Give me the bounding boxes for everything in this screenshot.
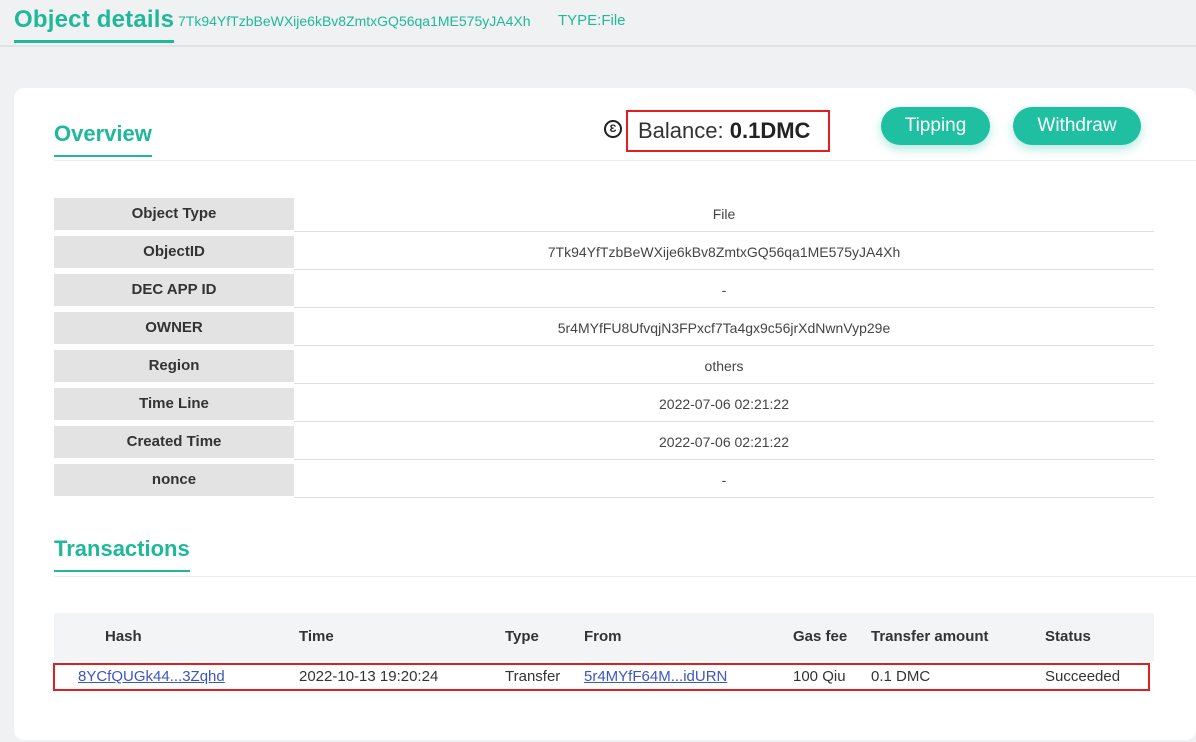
detail-value: others bbox=[704, 358, 744, 374]
transactions-table: Hash Time Type From Gas fee Transfer amo… bbox=[54, 613, 1154, 697]
column-header-gas-fee: Gas fee bbox=[793, 628, 848, 645]
detail-value: File bbox=[712, 206, 736, 222]
column-header-time: Time bbox=[299, 628, 334, 645]
detail-row-time-line: Time Line 2022-07-06 02:21:22 bbox=[54, 388, 1154, 426]
balance-label: Balance: bbox=[638, 118, 724, 143]
column-header-status: Status bbox=[1045, 628, 1091, 645]
row-divider bbox=[294, 383, 1154, 384]
row-divider bbox=[294, 421, 1154, 422]
header-bar: Object details 7Tk94YfTzbBeWXije6kBv8Zmt… bbox=[0, 0, 1196, 48]
row-divider bbox=[294, 345, 1154, 346]
detail-label: nonce bbox=[54, 464, 294, 496]
detail-row-object-id: ObjectID 7Tk94YfTzbBeWXije6kBv8ZmtxGQ56q… bbox=[54, 236, 1154, 274]
detail-value: 2022-07-06 02:21:22 bbox=[659, 434, 789, 450]
detail-label: ObjectID bbox=[54, 236, 294, 268]
transaction-type: Transfer bbox=[505, 668, 561, 685]
transactions-divider bbox=[54, 576, 1196, 577]
overview-title: Overview bbox=[54, 121, 152, 157]
column-header-transfer-amount: Transfer amount bbox=[871, 628, 989, 645]
detail-row-owner: OWNER 5r4MYfFU8UfvqjN3FPxcf7Ta4gx9c56jrX… bbox=[54, 312, 1154, 350]
details-table: Object Type File ObjectID 7Tk94YfTzbBeWX… bbox=[54, 198, 1154, 502]
coin-icon: Ɛ bbox=[604, 120, 622, 138]
transaction-from-link[interactable]: 5r4MYfF64M...idURN bbox=[584, 667, 727, 687]
detail-label: Time Line bbox=[54, 388, 294, 420]
overview-divider bbox=[54, 160, 1196, 161]
transactions-header-row: Hash Time Type From Gas fee Transfer amo… bbox=[54, 613, 1154, 661]
detail-value: - bbox=[721, 282, 727, 298]
row-divider bbox=[294, 269, 1154, 270]
detail-row-dec-app-id: DEC APP ID - bbox=[54, 274, 1154, 312]
row-divider bbox=[294, 497, 1154, 498]
table-row: 8YCfQUGk44...3Zqhd 2022-10-13 19:20:24 T… bbox=[54, 661, 1154, 697]
detail-row-nonce: nonce - bbox=[54, 464, 1154, 502]
detail-label: Created Time bbox=[54, 426, 294, 458]
detail-row-region: Region others bbox=[54, 350, 1154, 388]
detail-row-object-type: Object Type File bbox=[54, 198, 1154, 236]
row-divider bbox=[294, 307, 1154, 308]
transaction-time: 2022-10-13 19:20:24 bbox=[299, 668, 439, 685]
transaction-amount: 0.1 DMC bbox=[871, 668, 931, 685]
detail-label: DEC APP ID bbox=[54, 274, 294, 306]
column-header-type: Type bbox=[505, 628, 539, 645]
balance-value: 0.1DMC bbox=[729, 118, 811, 143]
balance-box: Balance: 0.1DMC bbox=[626, 110, 830, 152]
row-divider bbox=[294, 459, 1154, 460]
column-header-hash: Hash bbox=[105, 628, 142, 645]
transaction-status: Succeeded bbox=[1045, 668, 1121, 685]
header-object-id: 7Tk94YfTzbBeWXije6kBv8ZmtxGQ56qa1ME575yJ… bbox=[178, 13, 531, 29]
transaction-hash-link[interactable]: 8YCfQUGk44...3Zqhd bbox=[78, 667, 225, 687]
row-divider bbox=[294, 231, 1154, 232]
withdraw-button[interactable]: Withdraw bbox=[1013, 107, 1141, 145]
transaction-gas-fee: 100 Qiu bbox=[793, 668, 846, 685]
detail-value: - bbox=[721, 472, 727, 488]
detail-value: 2022-07-06 02:21:22 bbox=[659, 396, 789, 412]
object-card: Overview Ɛ Balance: 0.1DMC Tipping Withd… bbox=[14, 88, 1196, 740]
tipping-button[interactable]: Tipping bbox=[881, 107, 990, 145]
header-object-type: TYPE:File bbox=[558, 12, 626, 29]
detail-value: 7Tk94YfTzbBeWXije6kBv8ZmtxGQ56qa1ME575yJ… bbox=[547, 244, 901, 260]
detail-label: Object Type bbox=[54, 198, 294, 230]
transactions-title: Transactions bbox=[54, 536, 190, 572]
column-header-from: From bbox=[584, 628, 622, 645]
detail-value: 5r4MYfFU8UfvqjN3FPxcf7Ta4gx9c56jrXdNwnVy… bbox=[557, 320, 891, 336]
page-title[interactable]: Object details bbox=[14, 6, 175, 43]
header-divider bbox=[0, 45, 1196, 47]
detail-label: OWNER bbox=[54, 312, 294, 344]
detail-row-created-time: Created Time 2022-07-06 02:21:22 bbox=[54, 426, 1154, 464]
detail-label: Region bbox=[54, 350, 294, 382]
